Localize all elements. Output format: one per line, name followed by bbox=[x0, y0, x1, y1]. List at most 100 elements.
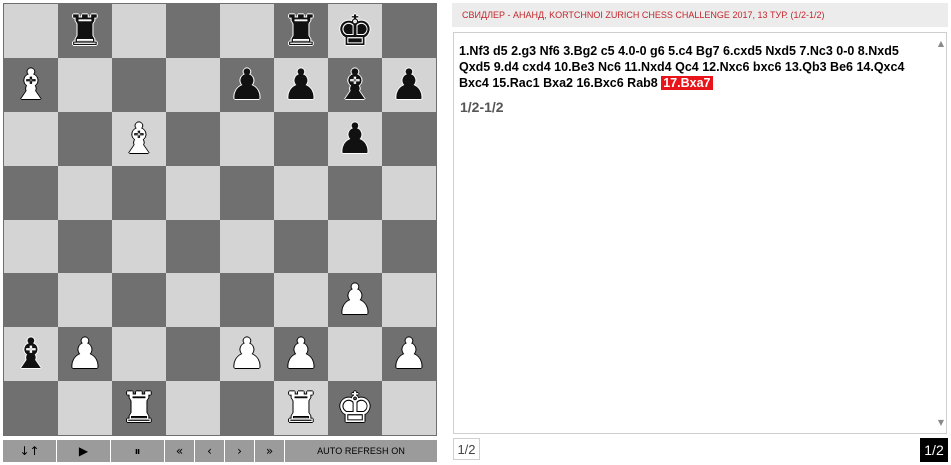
square-h2[interactable]: ♟ bbox=[382, 327, 436, 382]
white-pawn-icon[interactable]: ♟ bbox=[228, 333, 266, 375]
square-d7[interactable] bbox=[166, 57, 220, 112]
square-h5[interactable] bbox=[382, 165, 436, 220]
square-c6[interactable]: ♝ bbox=[112, 111, 166, 166]
next-move-button[interactable]: › bbox=[225, 440, 255, 462]
square-a7[interactable]: ♝ bbox=[4, 57, 58, 112]
play-button[interactable]: ▶ bbox=[57, 440, 111, 462]
white-bishop-icon[interactable]: ♝ bbox=[12, 63, 50, 106]
square-c8[interactable] bbox=[112, 4, 166, 58]
first-move-button[interactable]: « bbox=[165, 440, 195, 462]
square-g3[interactable]: ♟ bbox=[328, 273, 382, 328]
square-d2[interactable] bbox=[166, 327, 220, 382]
square-f8[interactable]: ♜ bbox=[274, 4, 328, 58]
square-g5[interactable] bbox=[328, 165, 382, 220]
square-a6[interactable] bbox=[4, 111, 58, 166]
square-f4[interactable] bbox=[274, 219, 328, 274]
square-e4[interactable] bbox=[220, 219, 274, 274]
black-rook-icon[interactable]: ♜ bbox=[66, 9, 104, 52]
white-pawn-icon[interactable]: ♟ bbox=[282, 333, 320, 375]
square-g7[interactable]: ♝ bbox=[328, 57, 382, 112]
square-h4[interactable] bbox=[382, 219, 436, 274]
square-c3[interactable] bbox=[112, 273, 166, 328]
page-badge[interactable]: 1/2 bbox=[920, 438, 948, 462]
square-e8[interactable] bbox=[220, 4, 274, 58]
white-pawn-icon[interactable]: ♟ bbox=[390, 333, 428, 375]
black-pawn-icon[interactable]: ♟ bbox=[228, 63, 266, 106]
square-d3[interactable] bbox=[166, 273, 220, 328]
square-b7[interactable] bbox=[58, 57, 112, 112]
square-b8[interactable]: ♜ bbox=[58, 4, 112, 58]
square-e1[interactable] bbox=[220, 381, 274, 435]
square-c4[interactable] bbox=[112, 219, 166, 274]
square-e5[interactable] bbox=[220, 165, 274, 220]
current-move[interactable]: 17.Bxa7 bbox=[661, 76, 713, 90]
white-rook-icon[interactable]: ♜ bbox=[282, 387, 320, 429]
white-rook-icon[interactable]: ♜ bbox=[120, 387, 158, 429]
moves-scrollbar[interactable]: ▲ ▼ bbox=[932, 33, 946, 433]
square-f7[interactable]: ♟ bbox=[274, 57, 328, 112]
white-king-icon[interactable]: ♚ bbox=[336, 387, 374, 429]
square-b1[interactable] bbox=[58, 381, 112, 435]
square-g6[interactable]: ♟ bbox=[328, 111, 382, 166]
chess-board[interactable]: ♜ ♜ ♚ ♝ ♟ ♟ ♝ ♟ ♝ ♟ ♟ ♝ ♟ ♟ ♟ ♟ ♜ ♜ ♚ bbox=[3, 3, 437, 436]
square-h7[interactable]: ♟ bbox=[382, 57, 436, 112]
black-bishop-icon[interactable]: ♝ bbox=[336, 63, 374, 106]
square-b3[interactable] bbox=[58, 273, 112, 328]
white-pawn-icon[interactable]: ♟ bbox=[66, 333, 104, 375]
pause-button[interactable]: ⏸ bbox=[111, 440, 165, 462]
square-h3[interactable] bbox=[382, 273, 436, 328]
square-c7[interactable] bbox=[112, 57, 166, 112]
square-c5[interactable] bbox=[112, 165, 166, 220]
prev-move-button[interactable]: ‹ bbox=[195, 440, 225, 462]
scroll-down-icon[interactable]: ▼ bbox=[938, 418, 944, 427]
square-e7[interactable]: ♟ bbox=[220, 57, 274, 112]
square-a1[interactable] bbox=[4, 381, 58, 435]
square-h1[interactable] bbox=[382, 381, 436, 435]
square-b4[interactable] bbox=[58, 219, 112, 274]
square-a8[interactable] bbox=[4, 4, 58, 58]
black-rook-icon[interactable]: ♜ bbox=[282, 9, 320, 52]
square-e2[interactable]: ♟ bbox=[220, 327, 274, 382]
square-d6[interactable] bbox=[166, 111, 220, 166]
square-g2[interactable] bbox=[328, 327, 382, 382]
black-pawn-icon[interactable]: ♟ bbox=[390, 63, 428, 106]
square-a2[interactable]: ♝ bbox=[4, 327, 58, 382]
white-bishop-icon[interactable]: ♝ bbox=[120, 117, 158, 160]
square-f6[interactable] bbox=[274, 111, 328, 166]
square-g1[interactable]: ♚ bbox=[328, 381, 382, 435]
square-f1[interactable]: ♜ bbox=[274, 381, 328, 435]
square-e6[interactable] bbox=[220, 111, 274, 166]
white-pawn-icon[interactable]: ♟ bbox=[336, 279, 374, 321]
square-b5[interactable] bbox=[58, 165, 112, 220]
square-d4[interactable] bbox=[166, 219, 220, 274]
last-move-button[interactable]: » bbox=[255, 440, 285, 462]
black-pawn-icon[interactable]: ♟ bbox=[282, 63, 320, 106]
square-f5[interactable] bbox=[274, 165, 328, 220]
square-g4[interactable] bbox=[328, 219, 382, 274]
black-king-icon[interactable]: ♚ bbox=[336, 9, 374, 52]
square-a5[interactable] bbox=[4, 165, 58, 220]
square-h8[interactable] bbox=[382, 4, 436, 58]
square-h6[interactable] bbox=[382, 111, 436, 166]
black-pawn-icon[interactable]: ♟ bbox=[336, 117, 374, 160]
square-f3[interactable] bbox=[274, 273, 328, 328]
square-g8[interactable]: ♚ bbox=[328, 4, 382, 58]
square-b2[interactable]: ♟ bbox=[58, 327, 112, 382]
square-d8[interactable] bbox=[166, 4, 220, 58]
square-d1[interactable] bbox=[166, 381, 220, 435]
moves-list: 1.Nf3 d5 2.g3 Nf6 3.Bg2 c5 4.0-0 g6 5.c4… bbox=[459, 43, 929, 91]
square-a3[interactable] bbox=[4, 273, 58, 328]
square-d5[interactable] bbox=[166, 165, 220, 220]
black-bishop-icon[interactable]: ♝ bbox=[12, 333, 50, 375]
game-result: 1/2-1/2 bbox=[460, 99, 504, 115]
square-b6[interactable] bbox=[58, 111, 112, 166]
square-a4[interactable] bbox=[4, 219, 58, 274]
square-f2[interactable]: ♟ bbox=[274, 327, 328, 382]
scroll-up-icon[interactable]: ▲ bbox=[938, 39, 944, 48]
page-indicator[interactable]: 1/2 bbox=[453, 438, 480, 460]
square-c1[interactable]: ♜ bbox=[112, 381, 166, 435]
flip-board-button[interactable]: ↓↑ bbox=[3, 440, 57, 462]
auto-refresh-toggle[interactable]: AUTO REFRESH ON bbox=[285, 440, 437, 462]
square-c2[interactable] bbox=[112, 327, 166, 382]
square-e3[interactable] bbox=[220, 273, 274, 328]
